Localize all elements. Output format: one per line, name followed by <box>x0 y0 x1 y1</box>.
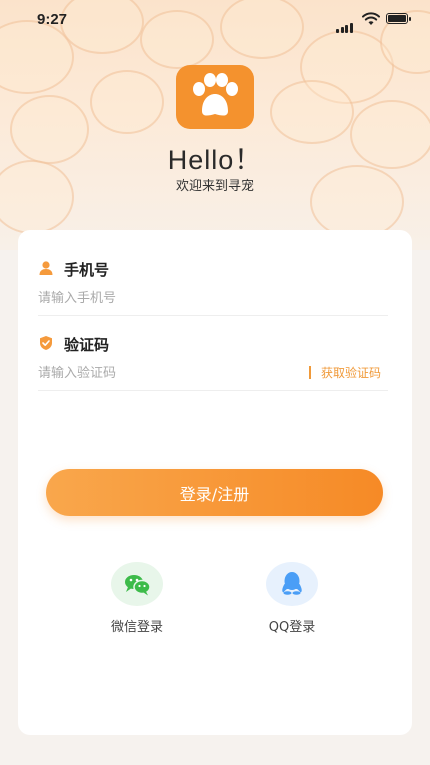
status-time: 9:27 <box>37 11 68 28</box>
wechat-login-button[interactable]: 微信登录 <box>92 562 182 635</box>
qq-icon-circle[interactable] <box>266 562 318 606</box>
phone-label: 手机号 <box>64 261 110 279</box>
decorative-doodle <box>270 80 354 144</box>
status-bar: 9:27 <box>0 0 430 40</box>
page-subtitle: 欢迎来到寻宠 <box>175 179 254 194</box>
get-code-button[interactable]: 获取验证码 <box>321 364 381 381</box>
user-icon <box>39 261 53 275</box>
wechat-icon-circle[interactable] <box>111 562 163 606</box>
qq-login-label: QQ登录 <box>268 620 316 635</box>
phone-input[interactable] <box>38 285 386 311</box>
code-label: 验证码 <box>64 336 110 354</box>
divider <box>38 390 388 391</box>
app-logo <box>176 65 254 129</box>
wechat-login-label: 微信登录 <box>110 620 163 635</box>
code-separator <box>309 366 311 379</box>
qq-icon <box>282 572 302 595</box>
paw-icon <box>193 73 238 116</box>
login-register-button[interactable]: 登录/注册 <box>46 469 383 516</box>
decorative-doodle <box>90 70 164 134</box>
wifi-icon <box>362 12 380 25</box>
qq-login-button[interactable]: QQ登录 <box>247 562 337 635</box>
divider <box>38 315 388 316</box>
signal-icon <box>336 14 354 33</box>
shield-icon <box>40 336 52 350</box>
battery-icon <box>386 13 411 24</box>
wechat-icon <box>125 575 151 596</box>
code-input[interactable] <box>38 360 298 386</box>
page-title: Hello！ <box>167 145 263 175</box>
